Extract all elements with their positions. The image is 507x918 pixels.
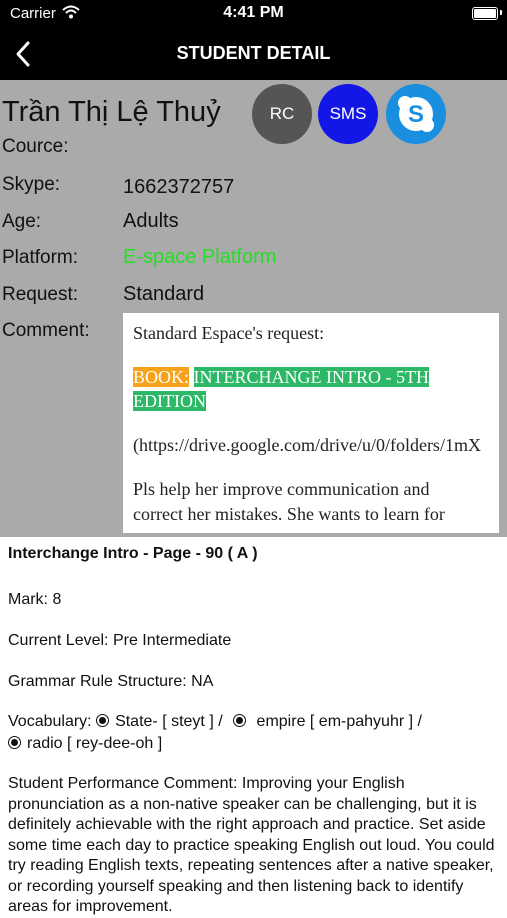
page-title: STUDENT DETAIL [176,43,331,63]
comment-note: Pls help her improve communication and [133,479,430,499]
grammar-text: Grammar Rule Structure: NA [8,673,214,690]
age-label: Age: [2,211,42,232]
skype-button[interactable]: S [386,84,446,144]
current-level-text: Current Level: Pre Intermediate [8,632,232,649]
status-time: 4:41 PM [223,4,284,21]
mark-text: Mark: 8 [8,591,62,608]
book-label: BOOK: [133,367,190,387]
request-value: Standard [123,283,205,305]
status-bar: Carrier 4:41 PM [0,0,507,30]
battery-icon [472,7,498,20]
age-value: Adults [123,210,179,232]
radio-icon [233,714,247,727]
platform-label: Platform: [2,247,79,268]
radio-icon [8,736,21,749]
skype-value: 1662372757 [123,176,235,198]
svg-text:S: S [408,101,424,128]
comment-label: Comment: [2,320,90,341]
battery-tip [500,10,502,15]
vocab-item: radio [ rey-dee-oh ] [27,735,163,752]
cource-label: Cource: [2,136,69,157]
book-title-cont: EDITION [133,391,206,411]
book-line-2: EDITION [133,391,206,412]
rc-button[interactable]: RC [252,84,312,144]
comment-line: Standard Espace's request: [133,323,325,343]
skype-label: Skype: [2,174,61,195]
lesson-title: Interchange Intro - Page - 90 ( A ) [8,545,258,562]
sms-button[interactable]: SMS [318,84,378,144]
vocabulary-line: Vocabulary: State- [ steyt ] / empire [ … [8,713,422,731]
vocabulary-line-2: radio [ rey-dee-oh ] [8,735,162,753]
vocab-item: State- [ steyt ] / [115,713,223,730]
radio-icon [96,714,110,727]
student-info-panel: Trần Thị Lệ Thuỷ RC SMS S Cource: Skype:… [0,80,507,537]
vocab-item: empire [ em-pahyuhr ] / [252,713,422,730]
vocabulary-label: Vocabulary: [8,713,92,730]
comment-note: correct her mistakes. She wants to learn… [133,504,445,524]
performance-comment: Student Performance Comment: Improving y… [8,775,495,915]
nav-bar: STUDENT DETAIL [0,30,507,80]
comment-webview[interactable]: Standard Espace's request: BOOK: INTERCH… [123,313,499,533]
skype-icon: S [398,96,434,132]
book-title: INTERCHANGE INTRO - 5TH [193,367,429,387]
platform-value: E-space Platform [123,246,277,268]
student-name: Trần Thị Lệ Thuỷ [2,96,221,128]
drive-link[interactable]: (https://drive.google.com/drive/u/0/fold… [133,435,481,456]
request-label: Request: [2,284,79,305]
book-line: BOOK: INTERCHANGE INTRO - 5TH [133,367,429,388]
